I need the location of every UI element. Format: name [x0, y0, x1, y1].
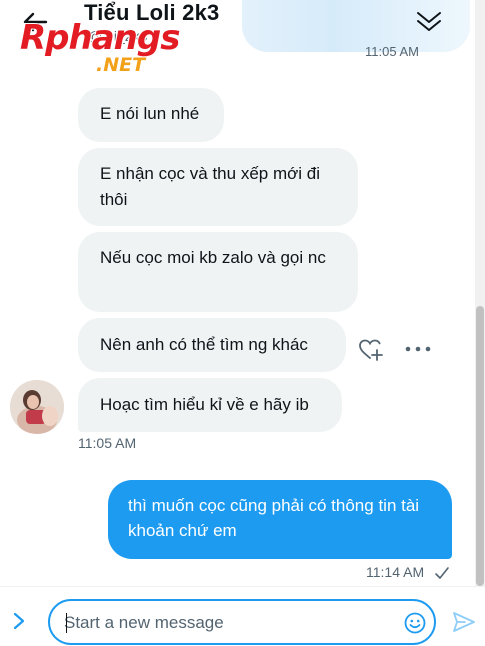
avatar-image — [10, 380, 64, 434]
message-input[interactable] — [64, 612, 384, 634]
scrollbar-thumb[interactable] — [476, 306, 484, 586]
emoji-icon[interactable] — [404, 612, 426, 634]
incoming-message[interactable]: E nhận cọc và thu xếp mới đi thôi — [78, 148, 358, 226]
previous-message-time: 11:05 AM — [365, 44, 419, 59]
watermark-main: Rphangs — [20, 18, 180, 58]
more-horizontal-icon[interactable] — [404, 344, 432, 354]
send-icon[interactable] — [452, 611, 476, 633]
checkmark-icon — [435, 567, 449, 579]
outgoing-message[interactable]: thì muốn cọc cũng phải có thông tin tài … — [108, 480, 452, 559]
watermark-net: .NET — [96, 54, 146, 76]
incoming-message[interactable]: Nên anh có thể tìm ng khác — [78, 318, 346, 372]
avatar[interactable] — [10, 380, 64, 434]
text-caret — [66, 613, 67, 633]
incoming-message[interactable]: Nếu cọc moi kb zalo và gọi nc — [78, 232, 358, 312]
chevron-right-icon[interactable] — [12, 611, 26, 631]
scrollbar-track[interactable] — [475, 0, 485, 590]
outgoing-timestamp: 11:14 AM — [366, 564, 425, 580]
message-input-container[interactable] — [48, 599, 436, 645]
incoming-message[interactable]: E nói lun nhé — [78, 88, 224, 142]
message-composer — [0, 586, 485, 646]
watermark-logo: Rphangs .NET — [20, 18, 180, 78]
incoming-timestamp: 11:05 AM — [78, 435, 137, 451]
heart-plus-icon[interactable] — [358, 338, 384, 362]
double-chevron-down-icon[interactable] — [414, 10, 444, 34]
incoming-message[interactable]: Hoạc tìm hiểu kỉ về e hãy ib — [78, 378, 342, 432]
